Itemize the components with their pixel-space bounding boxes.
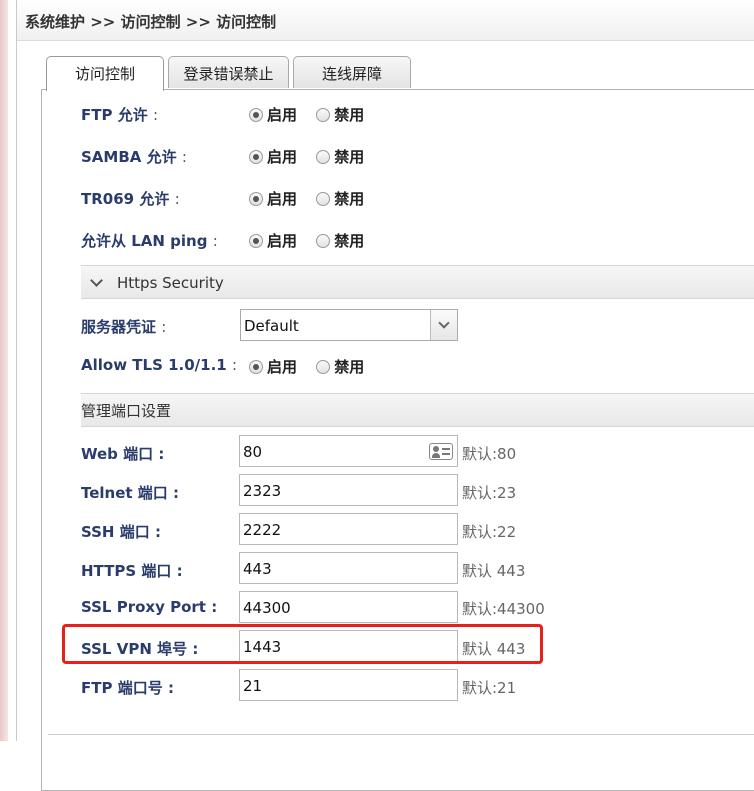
lan-ping-label: 允许从 LAN ping : (81, 232, 218, 250)
lan-ping-disable-radio[interactable] (316, 234, 331, 248)
tr069-disable-radio[interactable] (316, 192, 331, 206)
telnet-port-value: 2323 (243, 482, 282, 500)
tab-access-control[interactable]: 访问控制 (46, 56, 164, 91)
tls-radio-group: 启用 禁用 (249, 356, 364, 376)
left-frame-gap (8, 0, 10, 741)
telnet-port-input[interactable]: 2323 (239, 474, 458, 506)
ssh-port-value: 2222 (243, 521, 282, 539)
ftp-enable-radio[interactable] (249, 108, 263, 122)
chevron-down-icon (438, 317, 450, 329)
tr069-allow-label: TR069 允许 : (81, 190, 180, 208)
tr069-allow-radio-group: 启用 禁用 (249, 188, 364, 208)
left-frame-border (16, 0, 17, 741)
samba-allow-label: SAMBA 允许 : (81, 148, 187, 166)
tr069-enable-radio[interactable] (249, 192, 263, 206)
ftp-disable-radio[interactable] (316, 108, 331, 122)
ssh-port-input[interactable]: 2222 (239, 513, 458, 545)
ssl-vpn-highlight-box (62, 624, 543, 664)
ftp-port-label: FTP 端口号 : (81, 679, 174, 697)
ftp-disable-label[interactable]: 禁用 (334, 106, 364, 124)
https-port-value: 443 (243, 560, 272, 578)
select-dropdown-button[interactable] (430, 310, 457, 340)
ssl-proxy-port-label: SSL Proxy Port : (81, 598, 218, 616)
port-settings-title: 管理端口设置 (81, 402, 172, 420)
port-settings-section-header: 管理端口设置 (81, 393, 754, 427)
lan-ping-radio-group: 启用 禁用 (249, 230, 364, 250)
ftp-allow-radio-group: 启用 禁用 (249, 104, 364, 124)
ssl-proxy-port-default: 默认:44300 (462, 600, 545, 618)
lan-ping-enable-label[interactable]: 启用 (267, 232, 297, 250)
telnet-port-default: 默认:23 (462, 484, 517, 502)
page-header: 系统维护 >> 访问控制 >> 访问控制 (17, 0, 754, 41)
panel-bottom-divider (48, 734, 754, 735)
tab-connection-barrier[interactable]: 连线屏障 (293, 56, 411, 88)
ssl-proxy-port-value: 44300 (243, 599, 291, 617)
server-cert-value: Default (244, 317, 299, 335)
web-port-input[interactable]: 80 (239, 435, 458, 467)
tls-label: Allow TLS 1.0/1.1 : (81, 356, 238, 374)
ftp-allow-label: FTP 允许 : (81, 106, 158, 124)
ftp-enable-label[interactable]: 启用 (267, 106, 297, 124)
chevron-down-icon[interactable] (90, 274, 103, 287)
contact-card-icon[interactable] (429, 443, 453, 460)
ssl-proxy-port-input[interactable]: 44300 (239, 591, 458, 623)
samba-allow-radio-group: 启用 禁用 (249, 146, 364, 166)
breadcrumb: 系统维护 >> 访问控制 >> 访问控制 (25, 13, 277, 31)
ssh-port-label: SSH 端口 : (81, 523, 161, 541)
ssh-port-default: 默认:22 (462, 523, 517, 541)
tr069-disable-label[interactable]: 禁用 (334, 190, 364, 208)
samba-disable-label[interactable]: 禁用 (334, 148, 364, 166)
telnet-port-label: Telnet 端口 : (81, 484, 180, 502)
server-cert-select[interactable]: Default (240, 309, 458, 341)
https-port-input[interactable]: 443 (239, 552, 458, 584)
ftp-port-value: 21 (243, 677, 263, 695)
https-security-title: Https Security (117, 274, 224, 292)
https-port-label: HTTPS 端口 : (81, 562, 183, 580)
tls-disable-radio[interactable] (316, 360, 331, 374)
web-port-default: 默认:80 (462, 445, 517, 463)
lan-ping-disable-label[interactable]: 禁用 (334, 232, 364, 250)
samba-disable-radio[interactable] (316, 150, 331, 164)
ftp-port-input[interactable]: 21 (239, 669, 458, 701)
samba-enable-radio[interactable] (249, 150, 263, 164)
lan-ping-enable-radio[interactable] (249, 234, 263, 248)
web-port-label: Web 端口 : (81, 445, 165, 463)
ftp-port-default: 默认:21 (462, 679, 517, 697)
web-port-value: 80 (243, 443, 263, 461)
tab-login-error-ban[interactable]: 登录错误禁止 (168, 56, 289, 88)
samba-enable-label[interactable]: 启用 (267, 148, 297, 166)
left-frame-edge (0, 0, 8, 741)
tls-enable-radio[interactable] (249, 360, 263, 374)
tr069-enable-label[interactable]: 启用 (267, 190, 297, 208)
https-security-section-header[interactable]: Https Security (81, 265, 754, 299)
tls-disable-label[interactable]: 禁用 (334, 358, 364, 376)
server-cert-label: 服务器凭证 : (81, 318, 167, 336)
tls-enable-label[interactable]: 启用 (267, 358, 297, 376)
https-port-default: 默认 443 (462, 562, 526, 580)
